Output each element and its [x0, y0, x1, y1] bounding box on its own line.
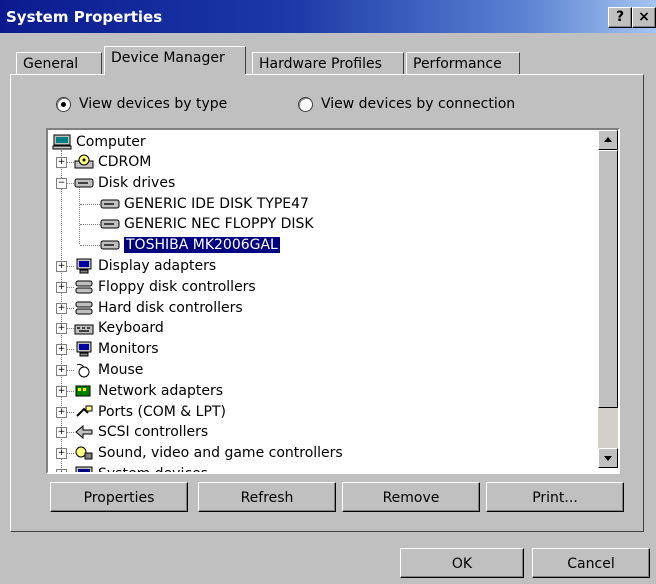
tree-category-item[interactable]: Network adapters — [74, 381, 223, 401]
radio-unselected-indicator — [298, 96, 313, 112]
expand-icon[interactable]: + — [56, 385, 67, 397]
sound-icon — [74, 445, 94, 461]
tree-category-item[interactable]: Keyboard — [74, 318, 164, 338]
tree-category-item[interactable]: Monitors — [74, 339, 159, 359]
expand-icon[interactable]: + — [56, 323, 67, 335]
tree-child-item[interactable]: GENERIC IDE DISK TYPE47 — [100, 194, 309, 214]
computer-icon — [74, 466, 94, 472]
view-by-type-label: View devices by type — [79, 96, 228, 112]
monitor-icon — [74, 341, 94, 357]
expand-icon[interactable]: + — [56, 302, 67, 314]
controller-icon — [74, 300, 94, 316]
tree-category-item[interactable]: Floppy disk controllers — [74, 277, 256, 297]
title-bar[interactable]: System Properties ? × — [0, 0, 656, 33]
expand-icon[interactable]: + — [56, 427, 67, 439]
tree-category-item[interactable]: Sound, video and game controllers — [74, 443, 343, 463]
disk-drive-icon — [74, 175, 94, 191]
tree-item-label: GENERIC NEC FLOPPY DISK — [124, 216, 314, 233]
disk-drive-icon — [100, 237, 120, 253]
computer-icon — [52, 134, 72, 150]
tree-item-label: Sound, video and game controllers — [98, 445, 343, 462]
device-tree[interactable]: Computer + CDROM − Disk drives GENERIC IDE D… — [46, 128, 620, 474]
tree-item-label: Display adapters — [98, 258, 217, 274]
cdrom-icon — [74, 154, 94, 170]
tree-category-item[interactable]: System devices — [74, 464, 208, 474]
tree-item-label: Monitors — [98, 341, 159, 358]
window-title: System Properties — [6, 8, 163, 26]
expand-icon[interactable]: + — [56, 406, 67, 418]
tree-root-computer[interactable]: Computer — [52, 132, 146, 152]
tree-item-label: Computer — [76, 134, 146, 150]
tree-category-item[interactable]: Hard disk controllers — [74, 298, 243, 318]
scroll-down-button[interactable] — [598, 448, 618, 468]
print-button[interactable]: Print... — [486, 482, 624, 512]
port-icon — [74, 404, 94, 420]
network-icon — [74, 383, 94, 399]
collapse-icon[interactable]: − — [56, 177, 67, 189]
expand-icon[interactable]: + — [56, 157, 67, 168]
cancel-button[interactable]: Cancel — [532, 548, 650, 578]
tab-device-manager[interactable]: Device Manager — [104, 46, 246, 74]
tree-item-label: Floppy disk controllers — [98, 278, 256, 295]
tree-item-label: TOSHIBA MK2006GAL — [124, 237, 280, 254]
tree-item-label: SCSI controllers — [98, 424, 209, 441]
radio-selected-indicator — [56, 96, 71, 112]
expand-icon[interactable]: + — [56, 281, 67, 293]
scsi-icon — [74, 424, 94, 440]
tree-category-item[interactable]: Mouse — [74, 360, 143, 380]
tree-item-label: System devices — [98, 466, 208, 474]
tree-category-item[interactable]: Ports (COM & LPT) — [74, 402, 226, 422]
refresh-button[interactable]: Refresh — [198, 482, 336, 512]
tab-hardware-profiles[interactable]: Hardware Profiles — [252, 52, 404, 74]
tree-category-item[interactable]: Disk drives — [74, 173, 175, 193]
tree-item-label: GENERIC IDE DISK TYPE47 — [124, 195, 309, 212]
expand-icon[interactable]: + — [56, 448, 67, 460]
tree-item-label: Mouse — [98, 362, 144, 378]
system-properties-window: System Properties ? × General Device Man… — [0, 0, 656, 584]
tree-category-item[interactable]: CDROM — [74, 152, 151, 172]
disk-drive-icon — [100, 216, 120, 232]
tree-item-label: Disk drives — [98, 174, 176, 191]
tab-general[interactable]: General — [16, 52, 102, 74]
tab-performance[interactable]: Performance — [406, 52, 520, 74]
disk-drive-icon — [100, 196, 120, 212]
tree-item-label: Network adapters — [98, 382, 223, 399]
tree-child-item[interactable]: GENERIC NEC FLOPPY DISK — [100, 214, 314, 234]
tree-child-item[interactable]: TOSHIBA MK2006GAL — [100, 235, 280, 255]
remove-button[interactable]: Remove — [342, 482, 480, 512]
tree-scrollbar[interactable] — [598, 130, 618, 468]
monitor-icon — [74, 258, 94, 274]
tree-category-item[interactable]: SCSI controllers — [74, 422, 208, 442]
controller-icon — [74, 279, 94, 295]
tree-item-label: Keyboard — [98, 320, 164, 337]
scroll-thumb[interactable] — [598, 150, 618, 408]
tree-category-item[interactable]: Display adapters — [74, 256, 216, 276]
close-button[interactable]: × — [632, 7, 656, 28]
help-button[interactable]: ? — [608, 7, 632, 28]
tree-item-label: Hard disk controllers — [98, 299, 243, 316]
expand-icon[interactable]: + — [56, 365, 67, 376]
tree-item-label: CDROM — [98, 154, 152, 170]
ok-button[interactable]: OK — [400, 548, 524, 578]
view-by-connection-radio[interactable]: View devices by connection — [298, 96, 515, 112]
tree-item-label: Ports (COM & LPT) — [98, 403, 226, 420]
arrow-up-icon — [604, 137, 612, 142]
arrow-down-icon — [604, 456, 612, 461]
scroll-up-button[interactable] — [598, 130, 618, 150]
view-by-type-radio[interactable]: View devices by type — [56, 96, 227, 112]
expand-icon[interactable]: + — [56, 469, 67, 472]
keyboard-icon — [74, 320, 94, 336]
view-by-connection-label: View devices by connection — [321, 96, 516, 112]
expand-icon[interactable]: + — [56, 261, 67, 272]
expand-icon[interactable]: + — [56, 344, 67, 356]
mouse-icon — [74, 362, 94, 378]
properties-button[interactable]: Properties — [50, 482, 188, 512]
